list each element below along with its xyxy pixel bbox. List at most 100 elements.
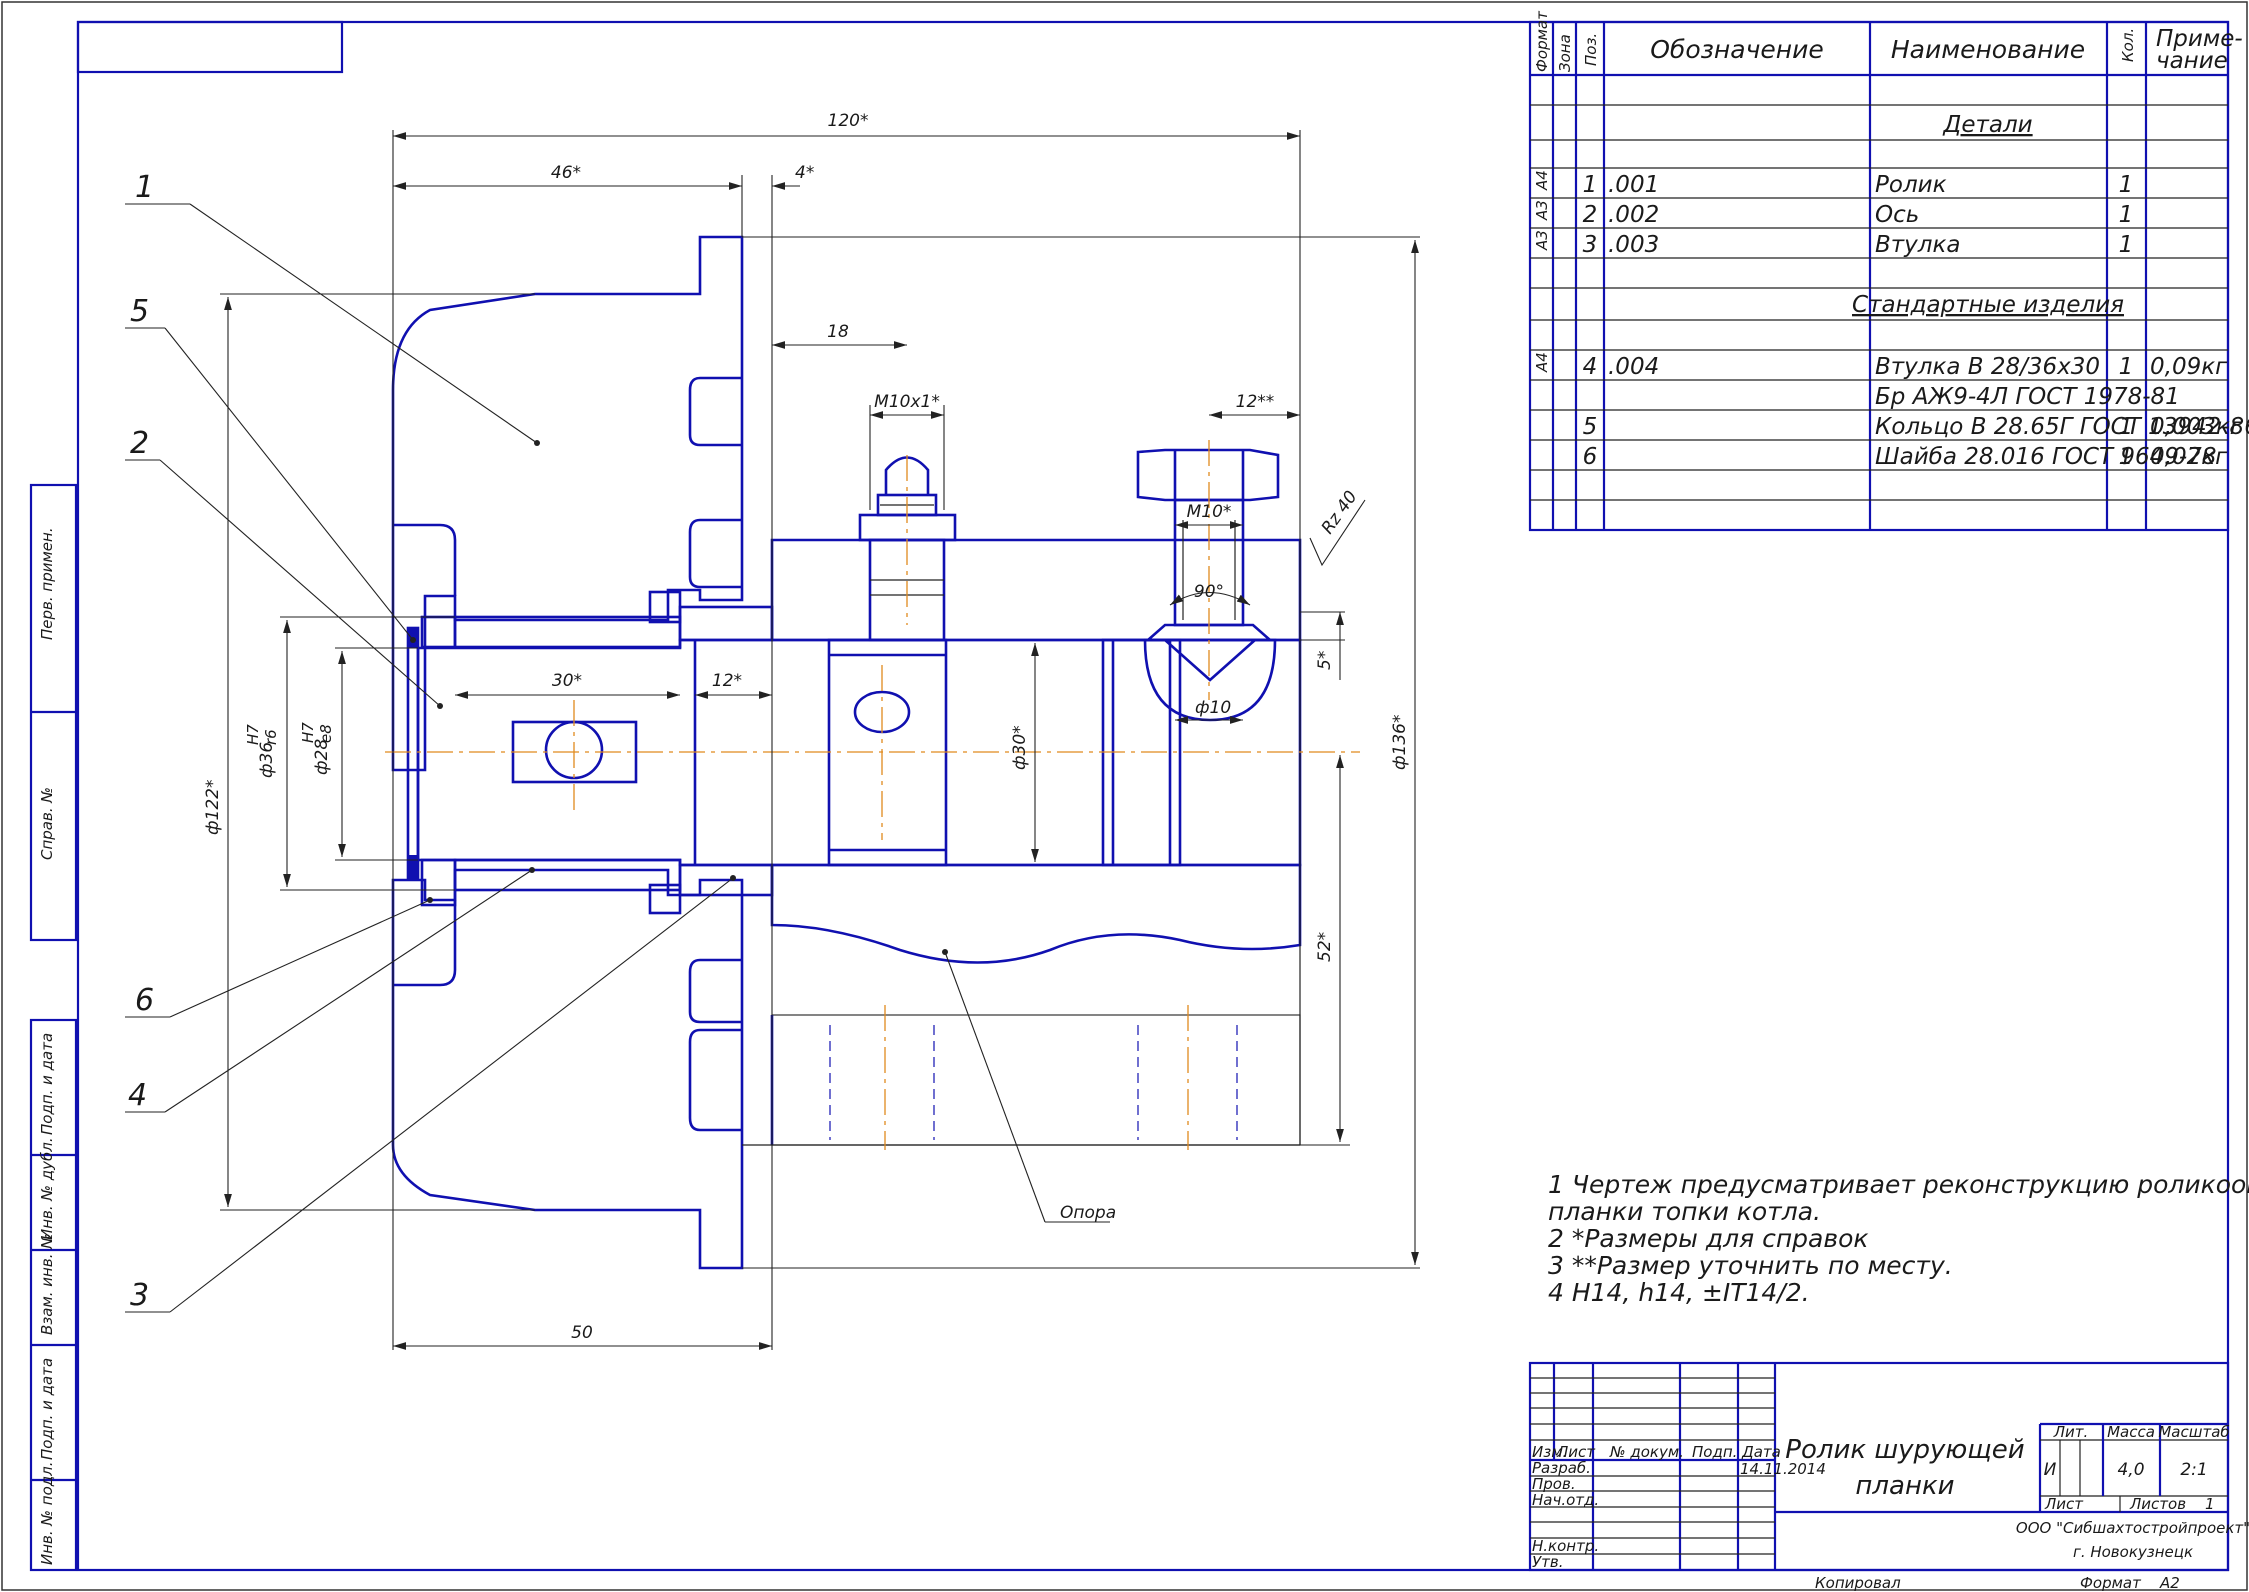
dim-90-deg: 90° [1194, 582, 1224, 602]
spec-std-4-pos: 6 [1583, 444, 1598, 470]
spec-row-2-pos: 2 [1583, 202, 1598, 228]
dim-phi122: ф122* [203, 780, 223, 835]
tb-masshtab-value: 2:1 [2180, 1460, 2207, 1480]
spec-row-3-name: Втулка [1875, 232, 1960, 258]
fit-36-numerator: H7 [244, 724, 262, 745]
spec-std-3-note: 0,003кг [2150, 414, 2243, 440]
side-label-perv-primen: Перв. примен. [38, 527, 56, 640]
body-pocket-upper [688, 376, 742, 447]
spec-row-1-qty: 1 [2119, 172, 2134, 198]
note-line-3: 2 *Размеры для справок [1548, 1224, 1869, 1253]
dim-phi30: ф30* [1010, 725, 1030, 770]
spec-header-qty: Кол. [2119, 28, 2137, 62]
dim-m10x1: M10x1* [874, 392, 940, 412]
dim-phi10: ф10 [1195, 698, 1231, 718]
tb-col-podp: Подп. [1692, 1443, 1737, 1461]
tb-title-2: планки [1855, 1471, 1954, 1501]
spec-row-1-name: Ролик [1875, 172, 1947, 198]
dimension-lines: 120* 46* 4* 18 M10x1* 12** M10* 90° Rz 4… [203, 111, 1420, 1350]
title-block: Изм. Лист № докум. Подп. Дата 14.11.2014… [1528, 1361, 2249, 1592]
leader-5: 5 [130, 294, 149, 329]
bushing-4-upper [453, 615, 682, 649]
dim-5: 5* [1315, 651, 1335, 670]
side-label-inv-podl: Инв. № подл. [38, 1462, 56, 1565]
tb-utv: Утв. [1532, 1553, 1564, 1571]
body-pocket-lower [688, 958, 742, 1024]
tb-org-2: г. Новокузнецк [2073, 1543, 2193, 1561]
support-base [771, 1014, 1301, 1146]
label-opora: Опора [1060, 1203, 1116, 1223]
fit-28-numerator: H7 [299, 722, 317, 743]
fit-36-denominator: r6 [262, 729, 280, 745]
leader-3: 3 [130, 1278, 149, 1313]
specification-table: Формат Зона Поз. Обозначение Наименовани… [1528, 10, 2249, 532]
dim-12-double-star: 12** [1236, 392, 1275, 412]
tb-list-label: Лист [2044, 1495, 2084, 1513]
side-label-vzam-inv: Взам. инв. № [38, 1233, 56, 1335]
roughness-rz40: Rz 40 [1318, 487, 1362, 538]
dim-4: 4* [795, 163, 814, 183]
tb-org-1: ООО "Сибшахтостройпроект" [2016, 1519, 2249, 1537]
spec-section-standard: Стандартные изделия [1852, 292, 2124, 318]
dim-12-star: 12* [712, 671, 742, 691]
bolt-m10 [1136, 448, 1280, 642]
support-lower-plate [770, 863, 1302, 964]
spec-header-format: Формат [1533, 10, 1551, 72]
body-left-step-upper [393, 523, 457, 596]
washer-6-lower [420, 858, 457, 907]
spec-row-1-designation: .001 [1608, 172, 1659, 198]
spec-row-3-qty: 1 [2119, 232, 2134, 258]
body-pocket-lower-2 [688, 1028, 742, 1132]
assembly-drawing-sheet: Перв. примен. Справ. № Подп. и дата Инв.… [1, 1, 2249, 1592]
side-strip: Перв. примен. Справ. № Подп. и дата Инв.… [29, 483, 78, 1572]
tb-lit-value: И [2044, 1460, 2057, 1480]
side-label-sprav: Справ. № [38, 787, 56, 860]
spec-header-designation: Обозначение [1650, 35, 1823, 64]
spec-row-3-designation: .003 [1608, 232, 1659, 258]
dim-30: 30* [552, 671, 582, 691]
dim-120: 120* [828, 111, 869, 131]
ring-5 [406, 626, 420, 880]
tb-listov-label: Листов [2129, 1495, 2186, 1513]
spec-row-2-qty: 1 [2119, 202, 2134, 228]
part-leaders: 1 5 2 6 4 3 [125, 170, 736, 1313]
spec-std-1-designation: .004 [1608, 354, 1659, 380]
fit-28-denominator: e8 [317, 724, 335, 743]
spec-header-pos: Поз. [1582, 33, 1600, 66]
support-sleeve [827, 638, 948, 867]
dim-phi136: ф136* [1390, 715, 1410, 770]
leader-2: 2 [130, 426, 149, 461]
spec-row-1-pos: 1 [1583, 172, 1598, 198]
spec-std-1-note: 0,09кг [2150, 354, 2228, 380]
bushing-3-upper [678, 605, 774, 642]
technical-notes: 1 Чертеж предусматривает реконструкцию р… [1548, 1170, 2249, 1307]
bushing-4-lower [453, 858, 682, 892]
spec-row-2-name: Ось [1875, 202, 1919, 228]
note-line-4: 3 **Размер уточнить по месту. [1548, 1251, 1953, 1280]
spec-std-2-name: Бр АЖ9-4Л ГОСТ 1978-81 [1875, 384, 2180, 410]
spec-row-1-format: А4 [1533, 170, 1551, 191]
spec-row-2-designation: .002 [1608, 202, 1659, 228]
spec-std-3-pos: 5 [1583, 414, 1598, 440]
spec-std-3-qty: 1 [2119, 414, 2134, 440]
dim-46: 46* [551, 163, 581, 183]
spec-std-1-name: Втулка В 28/36х30 [1875, 354, 2100, 380]
tb-massa-label: Масса [2107, 1423, 2155, 1441]
leader-6: 6 [135, 983, 154, 1018]
tb-title-1: Ролик шурующей [1785, 1435, 2024, 1465]
top-left-stamp [76, 20, 344, 74]
dim-50: 50 [571, 1323, 593, 1343]
dim-52: 52* [1315, 932, 1335, 962]
fit-28-prefix: ф28 [312, 739, 332, 775]
spec-std-1-format: А4 [1533, 352, 1551, 373]
spec-header-name: Наименование [1891, 35, 2085, 64]
side-label-podp-data-1: Подп. и дата [38, 1033, 56, 1135]
side-label-podp-data-2: Подп. и дата [38, 1358, 56, 1460]
tb-nachotd: Нач.отд. [1532, 1491, 1599, 1509]
tb-lit-label: Лит. [2053, 1423, 2089, 1441]
spec-std-4-qty: 1 [2119, 444, 2134, 470]
spec-std-1-pos: 4 [1583, 354, 1598, 380]
spec-section-details: Детали [1942, 112, 2032, 138]
tb-masshtab-label: Масштаб [2158, 1423, 2229, 1441]
body-pocket-upper-2 [688, 518, 742, 589]
